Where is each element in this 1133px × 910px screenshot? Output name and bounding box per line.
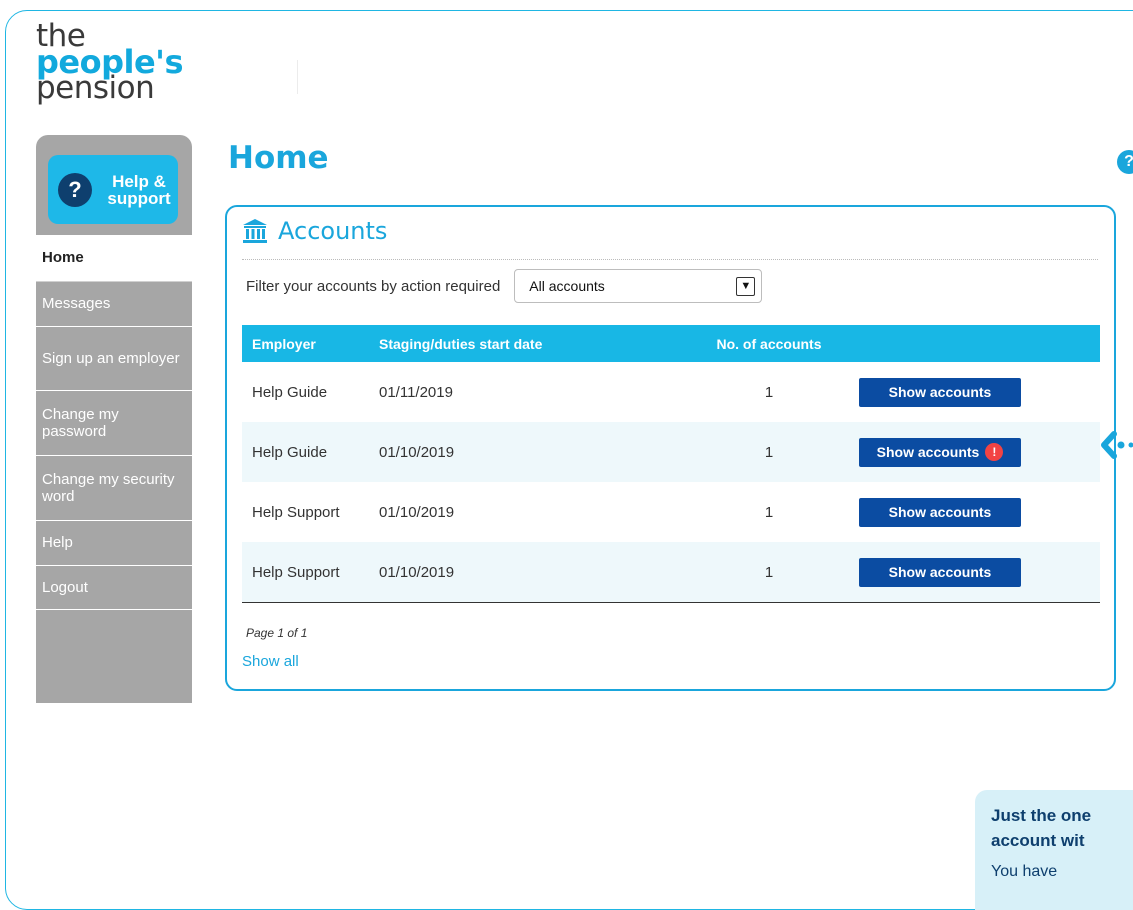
count-cell: 1 [679, 384, 859, 401]
header-divider-dotted [242, 259, 1098, 260]
count-cell: 1 [679, 444, 859, 461]
pagination-info: Page 1 of 1 [246, 626, 307, 640]
help-support-button[interactable]: ? Help & support [48, 155, 178, 224]
sidebar-item-messages[interactable]: Messages [36, 282, 192, 327]
filter-selected-value: All accounts [529, 278, 604, 294]
table-row: Help Guide 01/10/2019 1 Show accounts! [242, 422, 1100, 482]
page-title: Home [228, 140, 329, 176]
accounts-panel: Accounts Filter your accounts by action … [225, 205, 1116, 691]
show-accounts-label: Show accounts [889, 384, 992, 400]
sidebar-item-help[interactable]: Help [36, 521, 192, 566]
employer-cell: Help Guide [242, 444, 379, 461]
tip-title-line1: Just the one [991, 804, 1133, 829]
tip-callout: Just the one account wit You have [975, 790, 1133, 910]
table-header: Employer Staging/duties start date No. o… [242, 325, 1100, 362]
column-header-start-date: Staging/duties start date [379, 336, 679, 352]
alert-icon: ! [985, 443, 1003, 461]
table-body: Help Guide 01/11/2019 1 Show accounts He… [242, 362, 1100, 602]
date-cell: 01/11/2019 [379, 384, 679, 401]
header-divider [297, 60, 298, 94]
table-row: Help Guide 01/11/2019 1 Show accounts [242, 362, 1100, 422]
sidebar-item-logout[interactable]: Logout [36, 566, 192, 610]
sidebar-nav: Home Messages Sign up an employer Change… [36, 235, 192, 610]
table-row: Help Support 01/10/2019 1 Show accounts [242, 542, 1100, 602]
show-accounts-label: Show accounts [877, 444, 980, 460]
sidebar-item-change-password[interactable]: Change my password [36, 391, 192, 456]
brand-logo: the people's pension [36, 24, 183, 101]
action-cell: Show accounts [859, 378, 1100, 407]
chevron-down-icon: ▼ [736, 277, 755, 296]
employer-cell: Help Guide [242, 384, 379, 401]
chevron-left-pointer-icon [1098, 430, 1133, 460]
sidebar: ? Help & support Home Messages Sign up a… [36, 135, 192, 703]
table-row: Help Support 01/10/2019 1 Show accounts [242, 482, 1100, 542]
count-cell: 1 [679, 504, 859, 521]
show-accounts-button[interactable]: Show accounts [859, 498, 1021, 527]
action-cell: Show accounts [859, 498, 1100, 527]
tip-title-line2: account wit [991, 829, 1133, 854]
table-bottom-rule [242, 602, 1100, 603]
tip-body: You have [991, 863, 1133, 881]
filter-row: Filter your accounts by action required … [246, 269, 762, 303]
show-accounts-label: Show accounts [889, 504, 992, 520]
column-header-accounts-count: No. of accounts [679, 336, 859, 352]
date-cell: 01/10/2019 [379, 504, 679, 521]
date-cell: 01/10/2019 [379, 444, 679, 461]
action-cell: Show accounts [859, 558, 1100, 587]
help-question-icon: ? [58, 173, 92, 207]
employer-cell: Help Support [242, 564, 379, 581]
show-accounts-button[interactable]: Show accounts [859, 558, 1021, 587]
filter-label: Filter your accounts by action required [246, 278, 500, 295]
show-accounts-button[interactable]: Show accounts [859, 378, 1021, 407]
sidebar-item-change-security-word[interactable]: Change my security word [36, 456, 192, 521]
show-all-link[interactable]: Show all [242, 653, 299, 670]
show-accounts-button[interactable]: Show accounts! [859, 438, 1021, 467]
filter-select[interactable]: All accounts ▼ [514, 269, 762, 303]
employer-cell: Help Support [242, 504, 379, 521]
accounts-title: Accounts [278, 217, 387, 245]
help-support-label: Help & support [100, 173, 178, 207]
action-cell: Show accounts! [859, 438, 1100, 467]
accounts-header: Accounts [242, 217, 387, 245]
show-accounts-label: Show accounts [889, 564, 992, 580]
sidebar-item-sign-up-employer[interactable]: Sign up an employer [36, 327, 192, 391]
count-cell: 1 [679, 564, 859, 581]
column-header-employer: Employer [242, 336, 379, 352]
sidebar-item-home[interactable]: Home [36, 235, 192, 282]
bank-icon [242, 218, 268, 244]
date-cell: 01/10/2019 [379, 564, 679, 581]
